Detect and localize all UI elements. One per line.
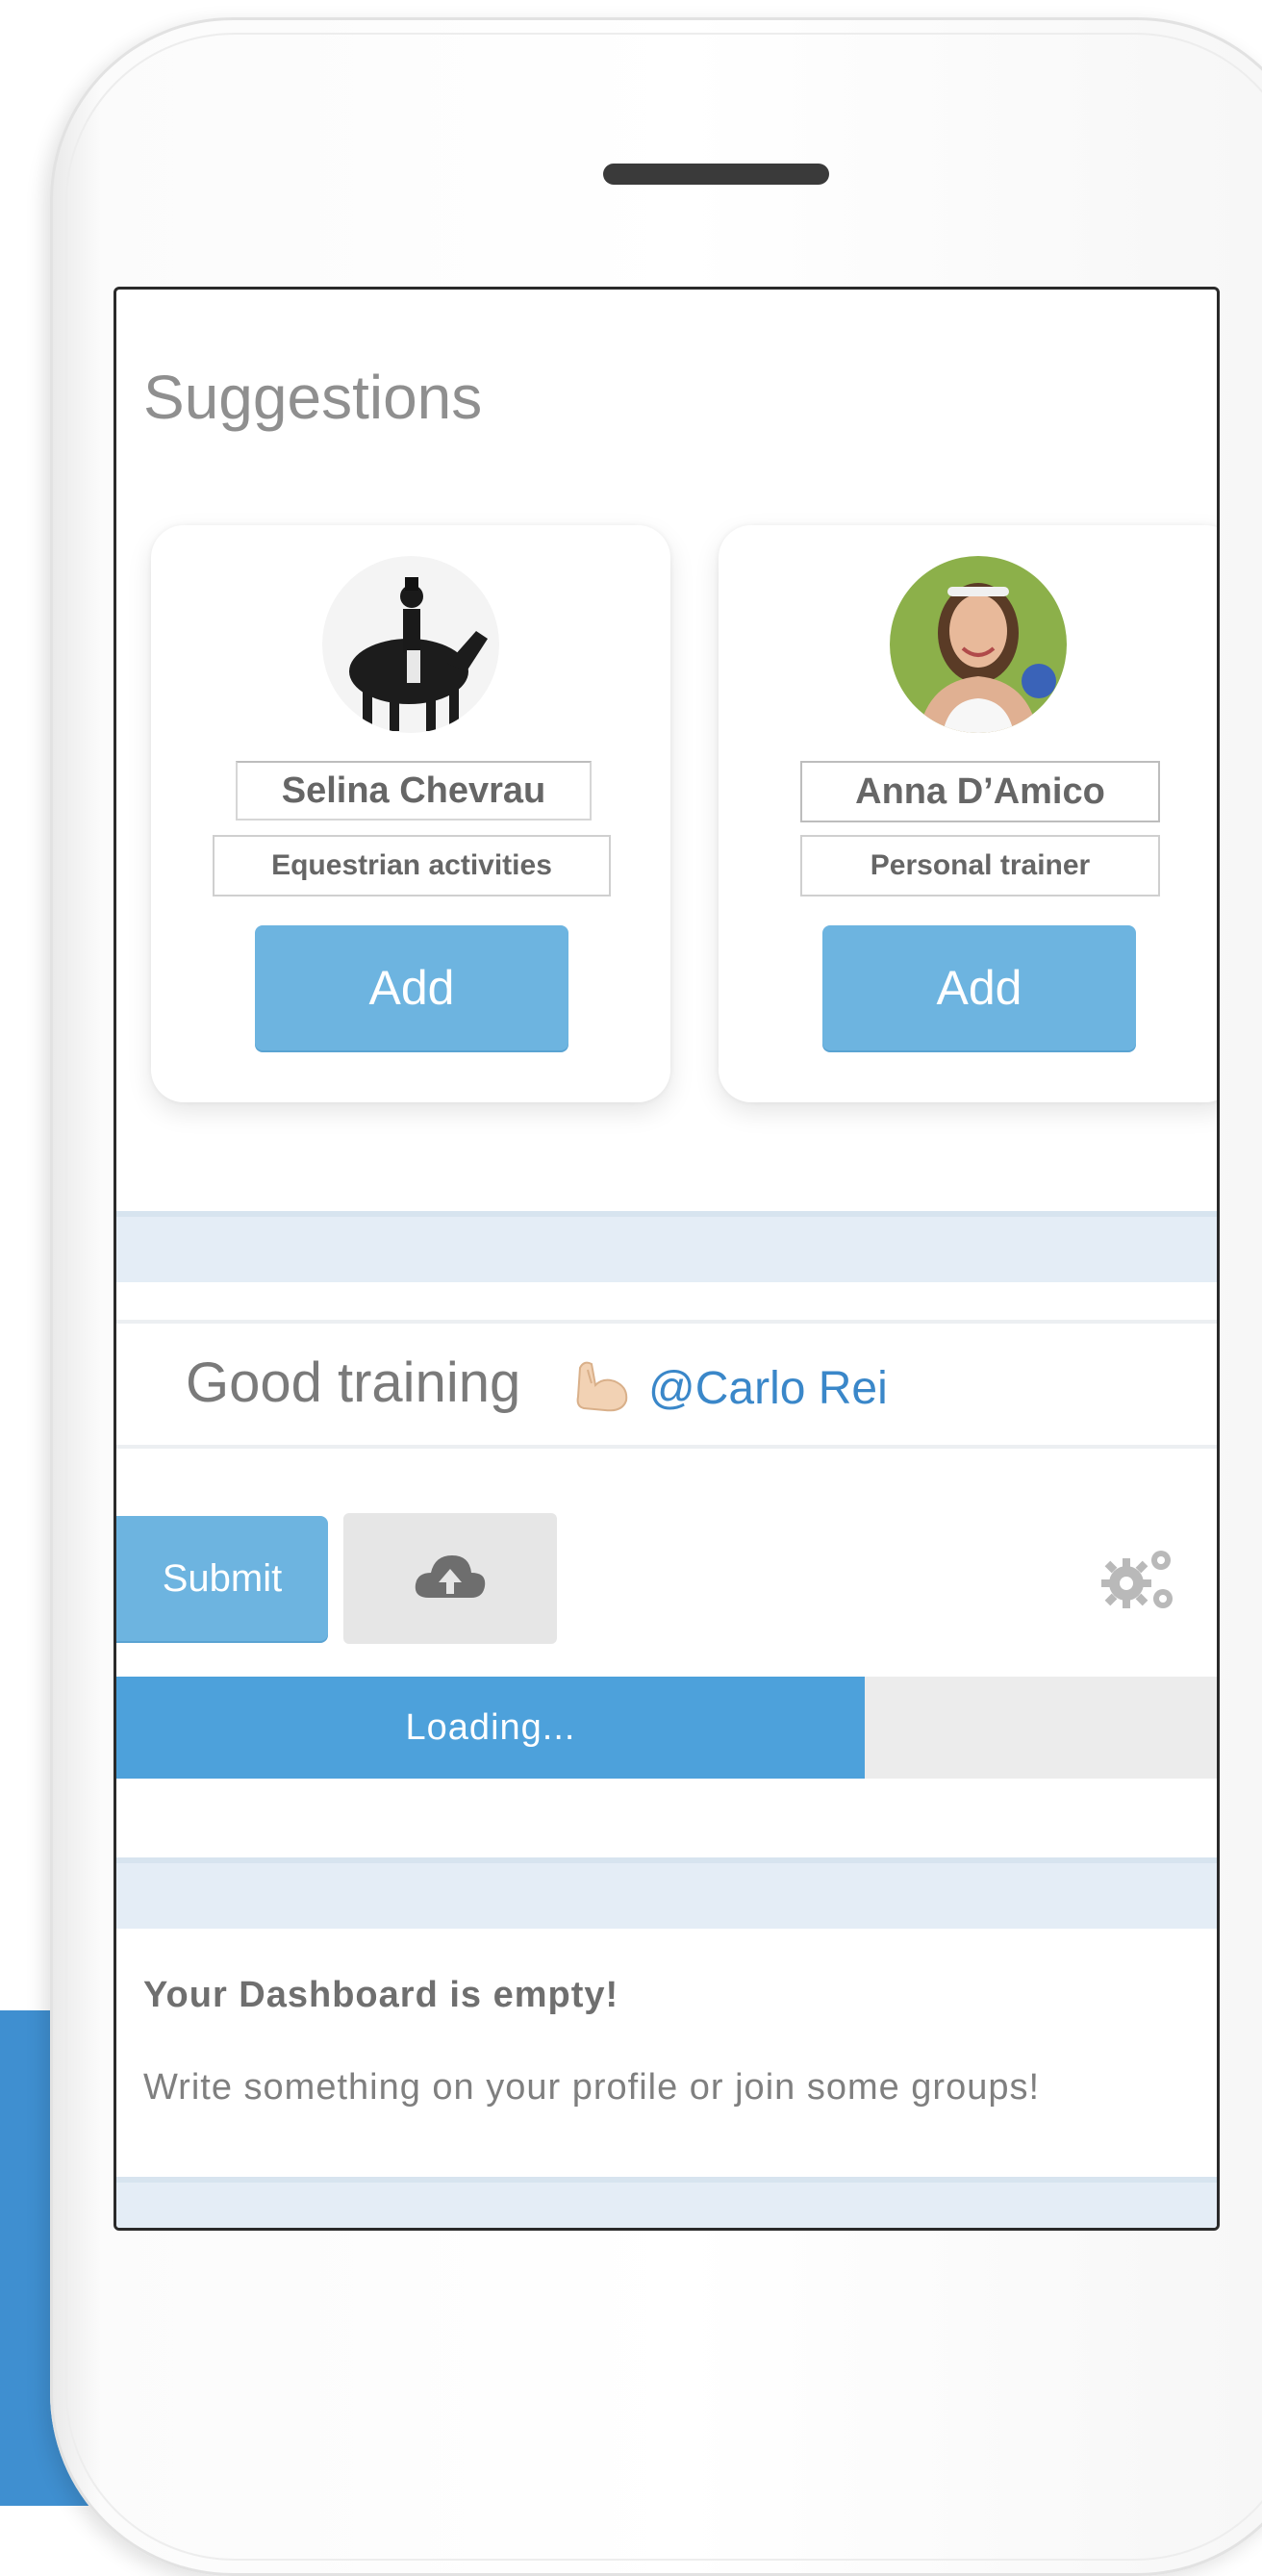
suggestion-card: Anna D’Amico Personal trainer Add [719, 525, 1217, 1102]
suggestion-name: Anna D’Amico [800, 761, 1160, 822]
upload-button[interactable] [343, 1513, 557, 1644]
avatar[interactable] [322, 556, 499, 733]
progress-bar: Loading... [116, 1677, 1217, 1779]
section-divider [116, 1211, 1217, 1282]
suggestions-title: Suggestions [143, 363, 483, 432]
dashboard-empty-title: Your Dashboard is empty! [143, 1975, 619, 2015]
post-item: Good training @Carlo Rei [116, 1320, 1217, 1449]
avatar[interactable] [890, 556, 1067, 733]
user-mention-link[interactable]: @Carlo Rei [648, 1362, 888, 1415]
progress-fill: Loading... [116, 1677, 865, 1779]
post-text: Good training [186, 1351, 521, 1414]
flexed-biceps-emoji-icon [570, 1358, 632, 1414]
gears-icon[interactable] [1098, 1545, 1178, 1616]
progress-label: Loading... [405, 1706, 576, 1748]
suggestion-name: Selina Chevrau [236, 761, 592, 821]
suggestion-role: Personal trainer [800, 835, 1160, 897]
add-friend-button[interactable]: Add [822, 925, 1136, 1050]
cloud-upload-icon [412, 1548, 489, 1610]
section-divider [116, 1857, 1217, 1929]
submit-button[interactable]: Submit [116, 1516, 328, 1641]
section-divider [116, 2177, 1217, 2228]
suggestion-role: Equestrian activities [213, 835, 611, 897]
add-friend-button[interactable]: Add [255, 925, 568, 1050]
dashboard-empty-message: Write something on your profile or join … [143, 2067, 1041, 2108]
phone-screen: Suggestions Selina Chevrau Equestrian ac… [114, 287, 1220, 2231]
phone-speaker [603, 164, 829, 185]
suggestion-card: Selina Chevrau Equestrian activities Add [151, 525, 670, 1102]
